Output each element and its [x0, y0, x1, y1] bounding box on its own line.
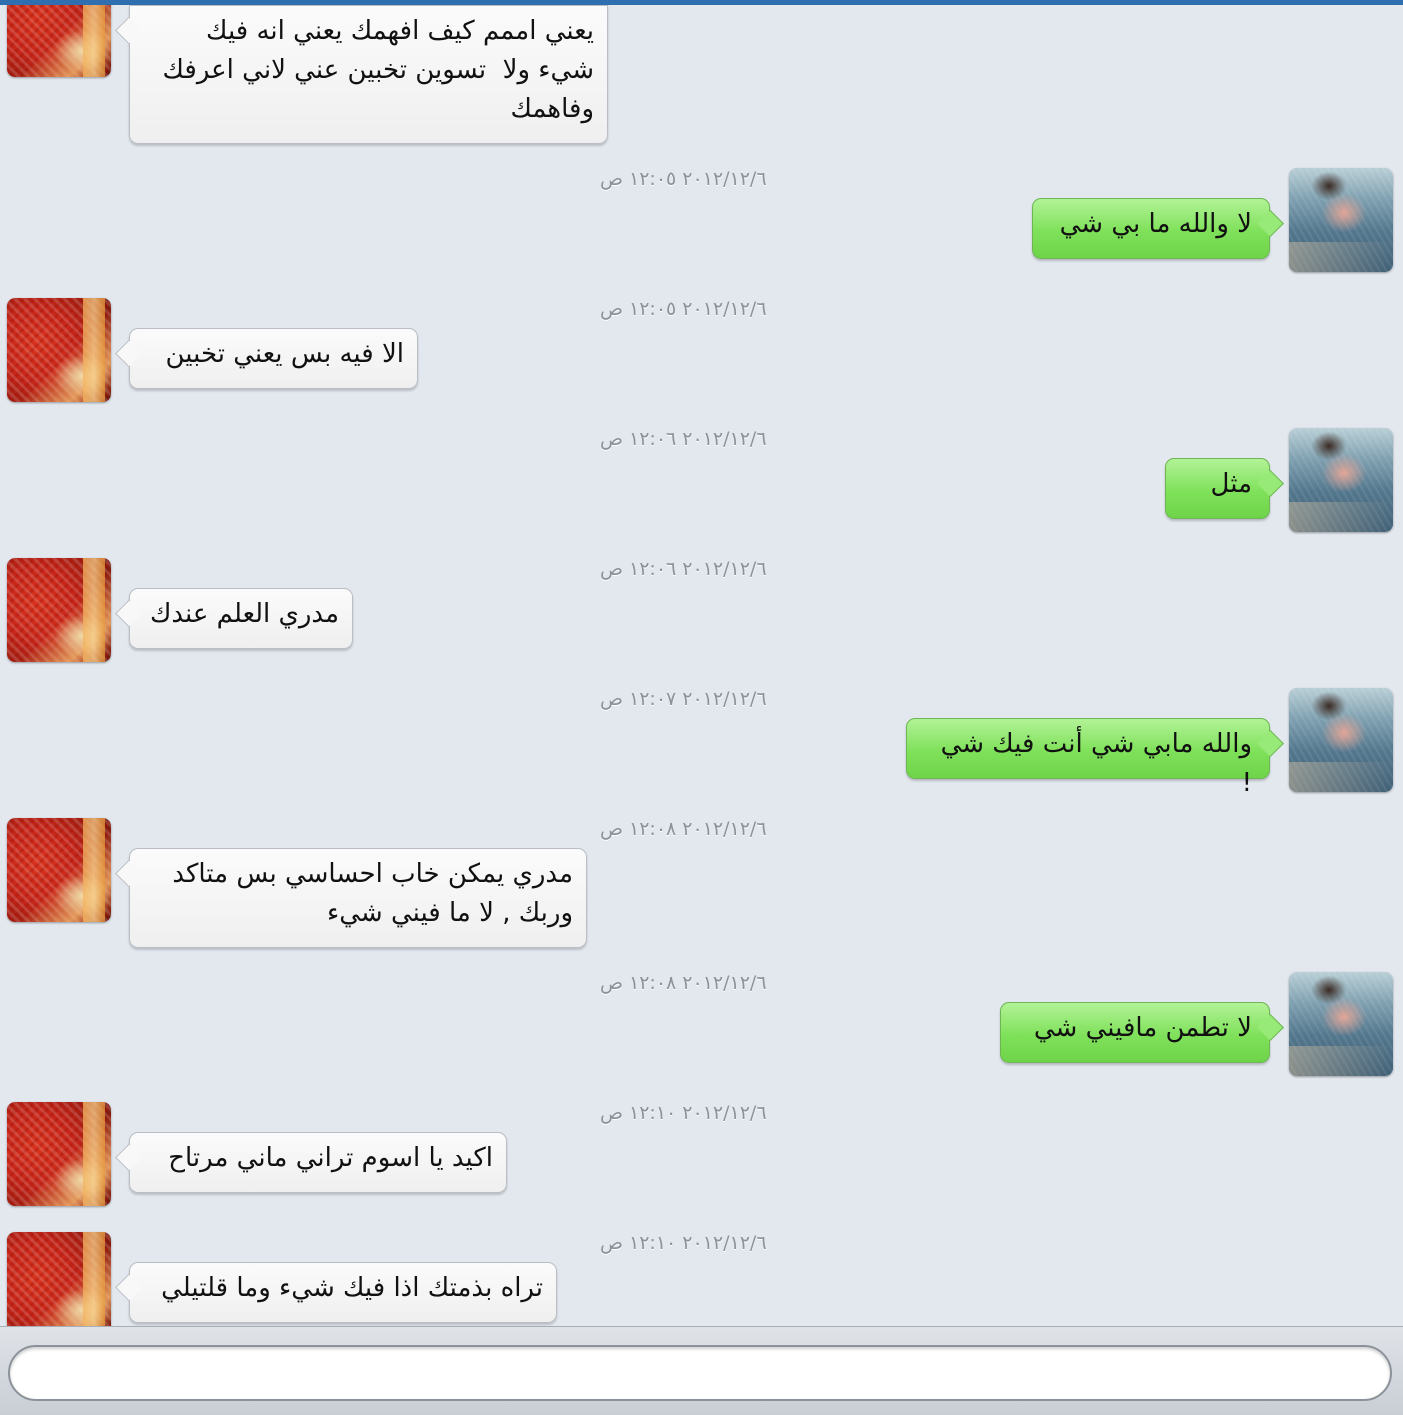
message-text: اكيد يا اسوم تراني ماني مرتاح — [168, 1143, 493, 1173]
message-timestamp: ٢٠١٢/١٢/٦ ١٢:١٠ ص — [600, 1102, 767, 1124]
outgoing-message-bubble[interactable]: مثل — [1165, 458, 1270, 519]
incoming-message-bubble[interactable]: يعني اممم كيف افهمك يعني انه فيك شيء ولا… — [129, 5, 608, 144]
incoming-message-bubble[interactable]: الا فيه بس يعني تخبين — [129, 328, 418, 389]
my-avatar — [1289, 972, 1393, 1076]
my-avatar — [1289, 428, 1393, 532]
message-text: تراه بذمتك اذا فيك شيء وما قلتيلي — [161, 1273, 543, 1303]
incoming-message-bubble[interactable]: مدري العلم عندك — [129, 588, 353, 649]
message-timestamp: ٢٠١٢/١٢/٦ ١٢:٠٨ ص — [600, 818, 767, 840]
contact-avatar[interactable] — [7, 1102, 111, 1206]
chat-thread[interactable]: يعني اممم كيف افهمك يعني انه فيك شيء ولا… — [0, 5, 1403, 1326]
message-timestamp: ٢٠١٢/١٢/٦ ١٢:٠٥ ص — [600, 168, 767, 190]
contact-avatar[interactable] — [7, 1232, 111, 1326]
compose-bar — [0, 1326, 1403, 1415]
message-input[interactable] — [8, 1345, 1392, 1401]
message-text: مثل — [1210, 469, 1252, 499]
contact-avatar[interactable] — [7, 558, 111, 662]
message-text: والله مابي شي أنت فيك شي ! — [932, 729, 1252, 798]
outgoing-message-bubble[interactable]: لا والله ما بي شي — [1032, 198, 1270, 259]
message-text: مدري يمكن خاب احساسي بس متاكد وربك , لا … — [172, 859, 573, 928]
outgoing-message-bubble[interactable]: لا تطمن مافيني شي — [1000, 1002, 1270, 1063]
message-timestamp: ٢٠١٢/١٢/٦ ١٢:٠٥ ص — [600, 298, 767, 320]
contact-avatar[interactable] — [7, 818, 111, 922]
message-timestamp: ٢٠١٢/١٢/٦ ١٢:٠٨ ص — [600, 972, 767, 994]
incoming-message-bubble[interactable]: تراه بذمتك اذا فيك شيء وما قلتيلي — [129, 1262, 557, 1323]
contact-avatar[interactable] — [7, 5, 111, 77]
outgoing-message-bubble[interactable]: والله مابي شي أنت فيك شي ! — [906, 718, 1270, 798]
message-timestamp: ٢٠١٢/١٢/٦ ١٢:٠٧ ص — [600, 688, 767, 710]
my-avatar — [1289, 688, 1393, 792]
message-timestamp: ٢٠١٢/١٢/٦ ١٢:١٠ ص — [600, 1232, 767, 1254]
incoming-message-bubble[interactable]: اكيد يا اسوم تراني ماني مرتاح — [129, 1132, 507, 1193]
message-text: لا تطمن مافيني شي — [1033, 1013, 1252, 1043]
message-timestamp: ٢٠١٢/١٢/٦ ١٢:٠٦ ص — [600, 558, 767, 580]
message-text: الا فيه بس يعني تخبين — [165, 339, 404, 369]
message-text: مدري العلم عندك — [149, 599, 339, 629]
contact-avatar[interactable] — [7, 298, 111, 402]
message-text: لا والله ما بي شي — [1059, 209, 1252, 239]
message-text: يعني اممم كيف افهمك يعني انه فيك شيء ولا… — [162, 16, 594, 124]
message-timestamp: ٢٠١٢/١٢/٦ ١٢:٠٦ ص — [600, 428, 767, 450]
incoming-message-bubble[interactable]: مدري يمكن خاب احساسي بس متاكد وربك , لا … — [129, 848, 587, 948]
my-avatar — [1289, 168, 1393, 272]
